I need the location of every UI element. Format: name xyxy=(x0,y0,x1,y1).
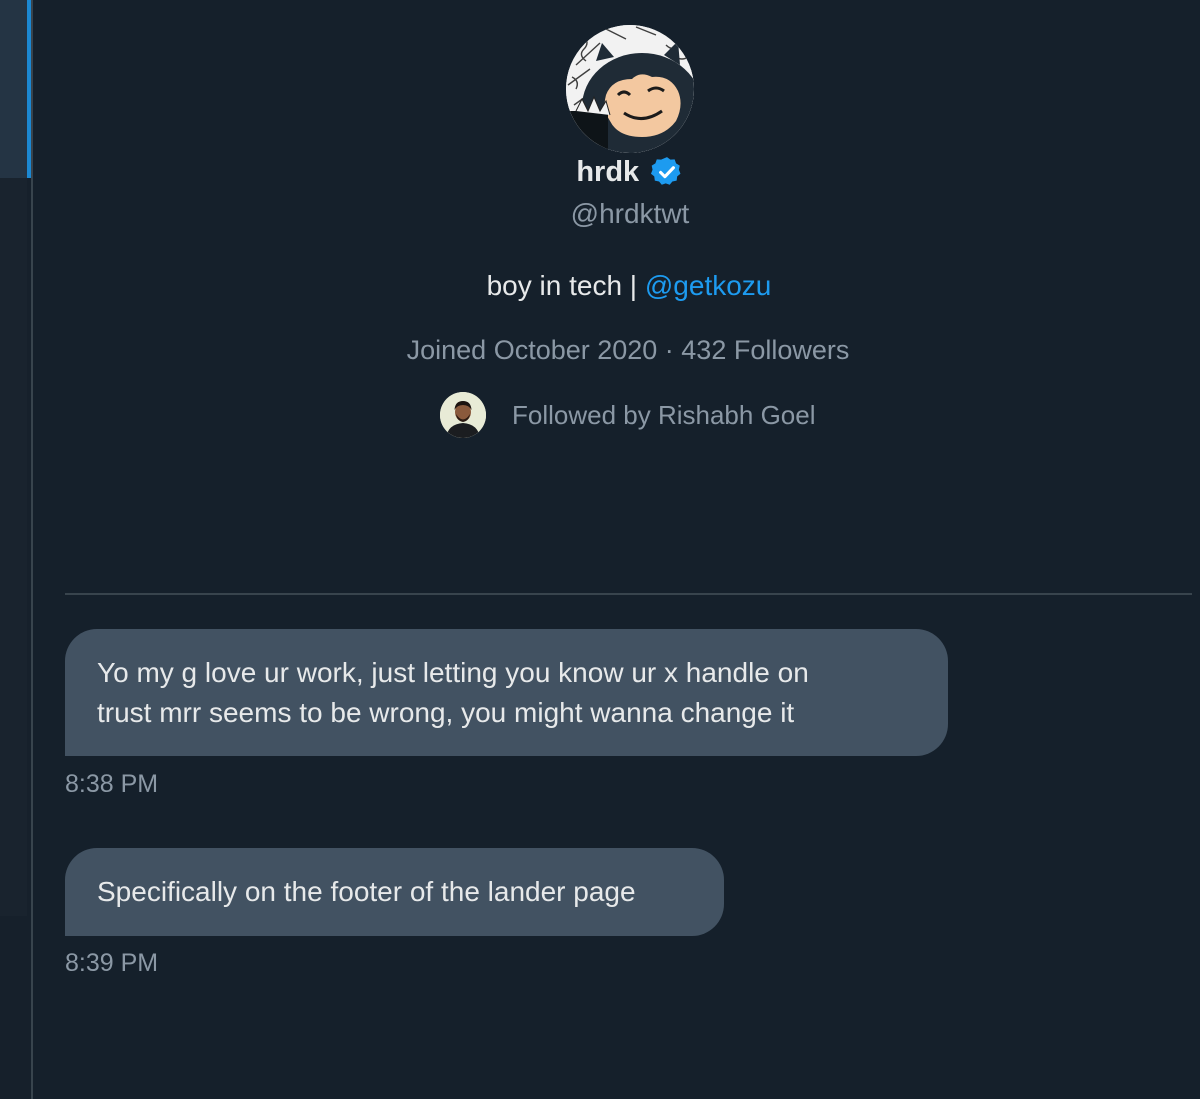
message-timestamp: 8:39 PM xyxy=(65,949,159,977)
profile-name-row: hrdk xyxy=(0,150,1200,194)
profile-handle[interactable]: @hrdktwt xyxy=(0,194,1200,234)
person-avatar-icon xyxy=(440,392,486,438)
bio-text: boy in tech | xyxy=(486,270,645,301)
message-text-line: trust mrr seems to be wrong, you might w… xyxy=(97,697,795,728)
profile-bio: boy in tech | @getkozu xyxy=(0,266,1200,306)
message-text-line: Specifically on the footer of the lander… xyxy=(97,876,636,907)
followed-by-text: Followed by Rishabh Goel xyxy=(512,400,816,430)
bio-mention-link[interactable]: @getkozu xyxy=(645,270,772,301)
followed-by-row[interactable]: Followed by Rishabh Goel xyxy=(440,392,816,438)
message-bubble[interactable]: Yo my g love ur work, just letting you k… xyxy=(65,629,948,756)
snorlax-avatar-icon xyxy=(566,25,694,153)
message-bubble[interactable]: Specifically on the footer of the lander… xyxy=(65,848,724,936)
profile-meta: Joined October 2020 · 432 Followers xyxy=(406,335,850,365)
profile-avatar[interactable] xyxy=(566,25,694,153)
follower-avatar xyxy=(440,392,486,438)
message-text-line: Yo my g love ur work, just letting you k… xyxy=(97,657,809,688)
dm-conversation-page: hrdk @hrdktwt boy in tech | @getkozu Joi… xyxy=(0,0,1200,1099)
message-timestamp: 8:38 PM xyxy=(65,770,159,798)
verified-badge-icon[interactable] xyxy=(650,155,684,189)
profile-divider xyxy=(65,593,1192,595)
profile-display-name[interactable]: hrdk xyxy=(576,150,639,194)
